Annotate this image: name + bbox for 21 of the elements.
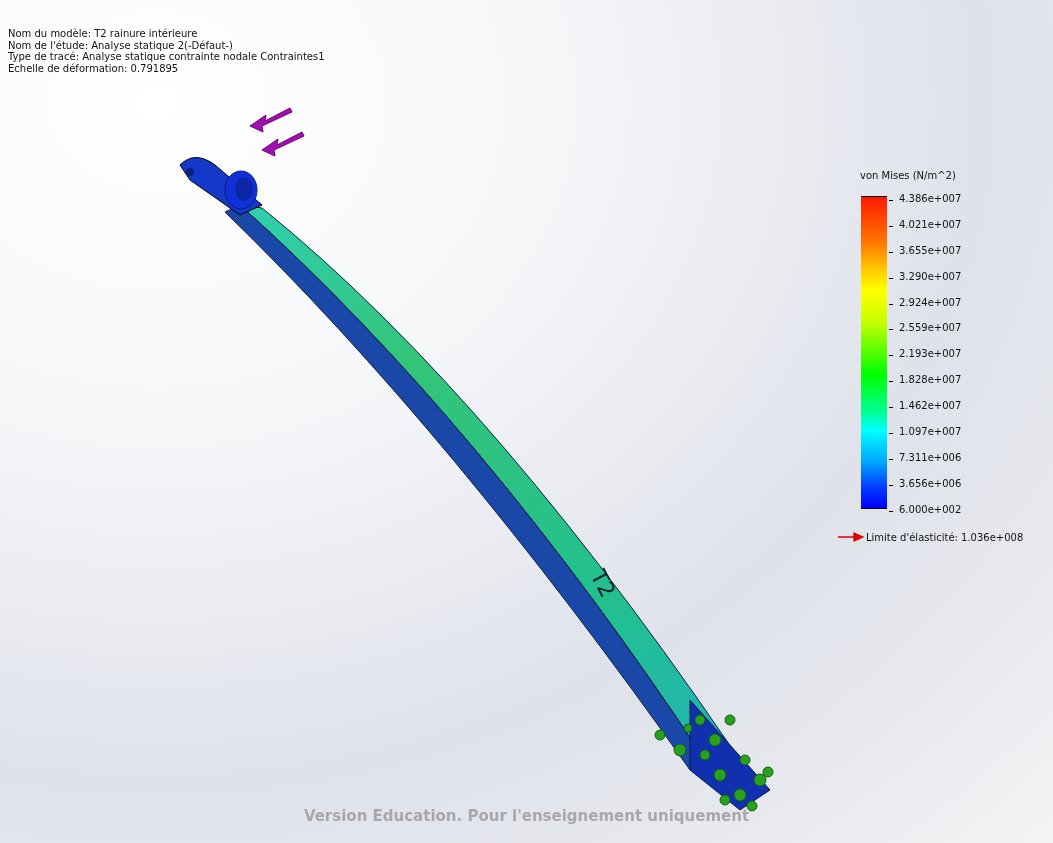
scale-value: 3.290e+007	[899, 270, 962, 283]
study-info-line: Nom du modèle: T2 rainure intérieure	[8, 28, 199, 40]
scale-value: 4.021e+007	[899, 218, 962, 231]
model-engraving: T2	[585, 565, 621, 602]
scale-value: 2.559e+007	[899, 322, 962, 335]
scale-value: 2.193e+007	[899, 348, 962, 361]
scale-value: 1.828e+007	[899, 374, 962, 387]
legend-title: von Mises (N/m^2)	[860, 170, 957, 181]
scale-value: 2.924e+007	[899, 296, 962, 309]
study-info-line: Nom de l'étude: Analyse statique 2(-Défaut-)	[8, 39, 234, 51]
scale-value: 1.462e+007	[899, 400, 962, 413]
scale-value: 7.311e+006	[899, 451, 962, 464]
yield-limit-label: Limite d'élasticité: 1.036e+008	[866, 531, 1024, 543]
scale-value: 1.097e+007	[899, 426, 962, 438]
scale-value: 3.656e+006	[899, 477, 962, 490]
scale-value: 4.386e+007	[899, 193, 962, 205]
scale-value: 6.000e+002	[899, 503, 962, 516]
study-info-line: Type de tracé: Analyse statique contrainte nodale Contraintes1	[8, 51, 326, 63]
education-version-text: Version Education. Pour l'enseignement uniquement	[303, 807, 750, 825]
scale-value: 3.655e+007	[899, 244, 962, 257]
study-info-line: Echelle de déformation: 0.791895	[8, 62, 180, 74]
